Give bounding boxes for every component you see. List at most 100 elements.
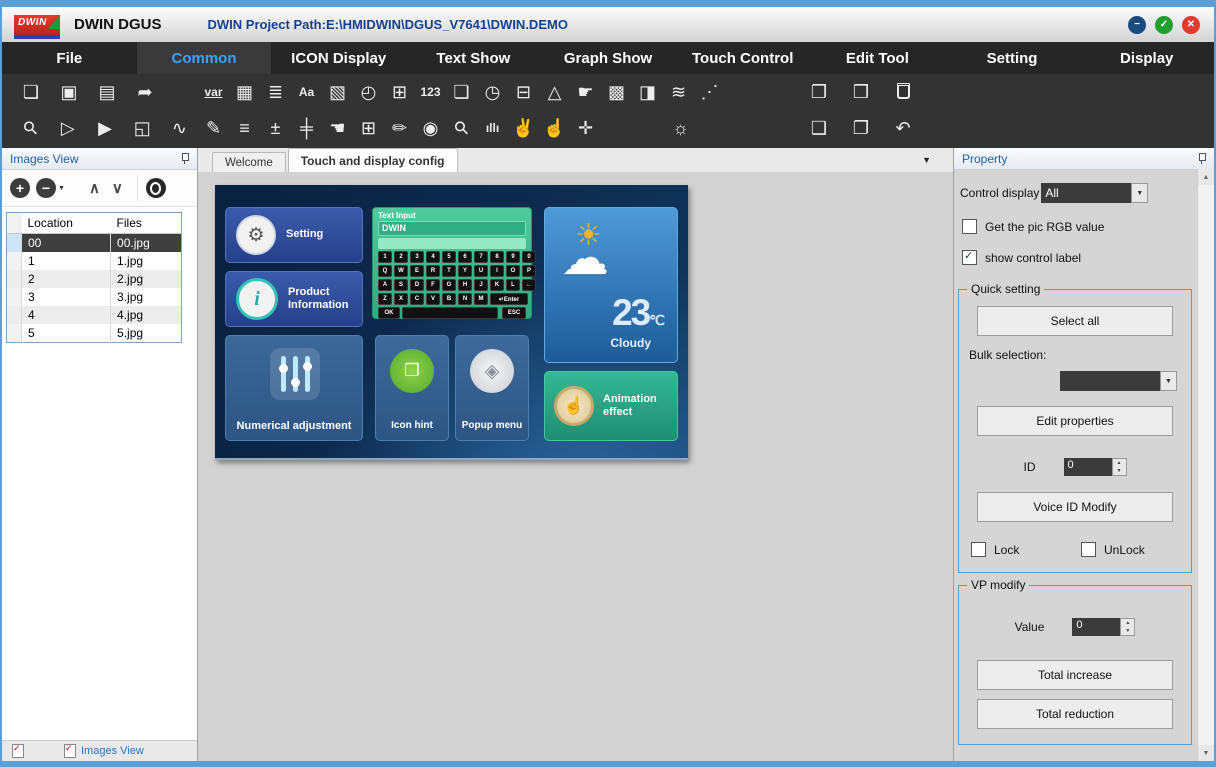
disk-search-icon[interactable]: ⚲: [444, 111, 479, 146]
preview-tile-weather[interactable]: ☀ ☁ 23℃ Cloudy: [544, 207, 678, 363]
minimize-icon[interactable]: −: [1128, 16, 1146, 34]
key[interactable]: U: [474, 265, 488, 277]
key[interactable]: R: [426, 265, 440, 277]
key[interactable]: 2: [394, 251, 408, 263]
preview-eye-button[interactable]: [146, 178, 166, 198]
key[interactable]: D: [410, 279, 424, 291]
key[interactable]: ←: [522, 279, 536, 291]
film-icon[interactable]: ▦: [229, 83, 260, 101]
pin-icon[interactable]: [180, 153, 189, 164]
key[interactable]: 6: [458, 251, 472, 263]
menu-item-graph-show[interactable]: Graph Show: [541, 42, 676, 74]
copy-icon[interactable]: ❐: [798, 83, 840, 101]
preview-keyboard-panel[interactable]: Text Input DWIN 1234567890 QWERTYUIOP AS…: [372, 207, 532, 319]
key[interactable]: V: [426, 293, 440, 305]
preview-tile-product-information[interactable]: i Product Information: [225, 271, 363, 327]
vp-value[interactable]: 0: [1072, 618, 1120, 636]
panel-tab-images-view[interactable]: Images View: [64, 744, 144, 758]
move-up-button[interactable]: ∧: [83, 179, 106, 197]
table-row[interactable]: 4 4.jpg: [7, 306, 182, 324]
text-box-icon[interactable]: Aa: [291, 86, 322, 98]
design-canvas[interactable]: ⚙ Setting i Product Information Numerica…: [198, 172, 953, 761]
spin-up-icon[interactable]: ▲: [1121, 619, 1134, 627]
list-icon[interactable]: ≡: [229, 119, 260, 137]
column-files[interactable]: Files: [111, 213, 182, 234]
keyboard-input[interactable]: DWIN: [378, 221, 526, 236]
gesture-icon[interactable]: ✌: [508, 119, 539, 137]
table-row[interactable]: 2 2.jpg: [7, 270, 182, 288]
brightness-icon[interactable]: ☼: [665, 119, 696, 137]
qr-code-icon[interactable]: ▩: [601, 83, 632, 101]
key[interactable]: L: [506, 279, 520, 291]
table-row[interactable]: 1 1.jpg: [7, 252, 182, 270]
preview-tile-setting[interactable]: ⚙ Setting: [225, 207, 363, 263]
scroll-up-icon[interactable]: ▲: [1198, 169, 1214, 185]
variable-icon[interactable]: var: [198, 86, 229, 98]
menu-item-text-show[interactable]: Text Show: [406, 42, 541, 74]
slider-adjust-icon[interactable]: ╪: [291, 119, 322, 137]
remove-dropdown-icon[interactable]: ▼: [58, 185, 65, 192]
keyboard-entry-field[interactable]: [402, 307, 498, 319]
move-down-button[interactable]: ∨: [106, 179, 129, 197]
clock-dial-icon[interactable]: ◴: [353, 83, 384, 101]
new-page-icon[interactable]: ❏: [12, 83, 50, 101]
key[interactable]: J: [474, 279, 488, 291]
key[interactable]: G: [442, 279, 456, 291]
add-image-button[interactable]: +: [10, 178, 30, 198]
touch-doc-icon[interactable]: ☛: [570, 83, 601, 101]
bit-variable-icon[interactable]: ⊞: [384, 83, 415, 101]
duplicate-icon[interactable]: ❐: [840, 119, 882, 137]
menu-item-setting[interactable]: Setting: [945, 42, 1080, 74]
key[interactable]: 9: [506, 251, 520, 263]
unlock-checkbox[interactable]: [1081, 542, 1096, 557]
key[interactable]: C: [410, 293, 424, 305]
panel-tab-hidden[interactable]: [12, 744, 24, 758]
tab-welcome[interactable]: Welcome: [212, 152, 286, 172]
esc-key[interactable]: ESC: [502, 307, 526, 319]
edit-document-icon[interactable]: ✎: [198, 119, 229, 137]
id-value[interactable]: 0: [1064, 458, 1112, 476]
export-icon[interactable]: ➦: [126, 83, 164, 101]
id-stepper[interactable]: 0 ▲▼: [1064, 458, 1127, 476]
key[interactable]: A: [378, 279, 392, 291]
print-icon[interactable]: ▤: [88, 83, 126, 101]
key[interactable]: M: [474, 293, 488, 305]
preview-tile-icon-hint[interactable]: ❐ Icon hint: [375, 335, 449, 441]
menu-item-edit-tool[interactable]: Edit Tool: [810, 42, 945, 74]
key[interactable]: Z: [378, 293, 392, 305]
key[interactable]: ↵Enter: [490, 293, 528, 305]
chevron-down-icon[interactable]: ▼: [1160, 371, 1177, 391]
screen-preview-icon[interactable]: ◱: [124, 119, 161, 137]
table-row[interactable]: 00 00.jpg: [7, 234, 182, 253]
close-icon[interactable]: ✕: [1182, 16, 1200, 34]
hand-slide-icon[interactable]: ☝: [539, 119, 570, 137]
bulk-selection-select[interactable]: ▼: [1060, 371, 1177, 391]
key[interactable]: X: [394, 293, 408, 305]
control-display-select[interactable]: All ▼: [1041, 183, 1148, 203]
show-control-label-checkbox[interactable]: [962, 250, 977, 265]
image-switch-icon[interactable]: ◨: [632, 83, 663, 101]
menu-item-touch-control[interactable]: Touch Control: [675, 42, 810, 74]
calendar-icon[interactable]: ⊟: [508, 83, 539, 101]
preview-tile-numerical-adjustment[interactable]: Numerical adjustment: [225, 335, 363, 441]
play-icon[interactable]: ▷: [49, 119, 86, 137]
key[interactable]: Y: [458, 265, 472, 277]
plus-minus-icon[interactable]: ±: [260, 119, 291, 137]
key[interactable]: 4: [426, 251, 440, 263]
audio-wave-icon[interactable]: ıllı: [477, 122, 508, 134]
menu-item-display[interactable]: Display: [1079, 42, 1214, 74]
key[interactable]: W: [394, 265, 408, 277]
total-reduction-button[interactable]: Total reduction: [977, 699, 1173, 729]
sliders-icon[interactable]: ≣: [260, 83, 291, 101]
key[interactable]: 3: [410, 251, 424, 263]
data-text-icon[interactable]: ❏: [446, 83, 477, 101]
key[interactable]: N: [458, 293, 472, 305]
spin-down-icon[interactable]: ▼: [1121, 627, 1134, 635]
remove-image-button[interactable]: −: [36, 178, 56, 198]
stack-icon[interactable]: ≋: [663, 83, 694, 101]
copy-page-icon[interactable]: ❑: [798, 119, 840, 137]
key[interactable]: S: [394, 279, 408, 291]
column-location[interactable]: Location: [22, 213, 111, 234]
picture-icon[interactable]: ▧: [322, 83, 353, 101]
key[interactable]: I: [490, 265, 504, 277]
